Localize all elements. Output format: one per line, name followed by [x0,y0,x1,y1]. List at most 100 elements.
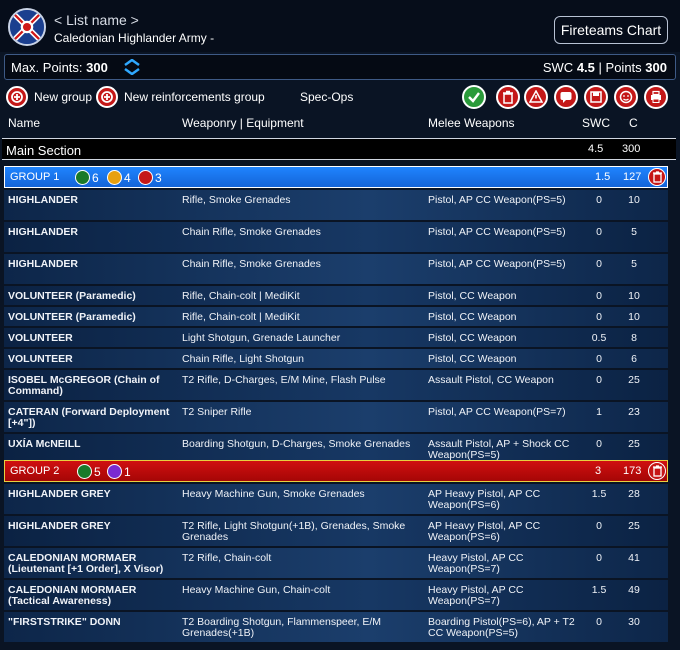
fireteams-chart-button[interactable]: Fireteams Chart [554,16,668,44]
trooper-cost: 6 [631,353,637,365]
summary-separator: | [598,60,602,75]
trooper-melee: Pistol, AP CC Weapon(PS=5) [428,226,566,238]
trooper-name: VOLUNTEER (Paramedic) [8,290,136,302]
trooper-melee: Heavy Pistol, AP CC Weapon(PS=7) [428,552,524,575]
swc-points-summary: SWC 4.5 | Points 300 [543,60,667,75]
trooper-melee: AP Heavy Pistol, AP CC Weapon(PS=6) [428,520,541,543]
trooper-swc: 1 [596,406,602,418]
trooper-melee: Boarding Pistol(PS=6), AP + T2 CC Weapon… [428,616,575,639]
trooper-row[interactable]: HIGHLANDER Chain Rifle, Smoke Grenades Pis… [4,254,668,285]
delete-group-icon[interactable] [648,168,666,186]
trooper-weaponry: Chain Rifle, Light Shotgun [182,353,304,365]
army-logo-icon [8,8,46,46]
trooper-row[interactable]: HIGHLANDER GREY T2 Rifle, Light Shotgun(+… [4,516,668,547]
trooper-weaponry: Chain Rifle, Smoke Grenades [182,226,321,238]
trooper-swc: 0 [596,226,602,238]
trooper-weaponry: Heavy Machine Gun, Smoke Grenades [182,488,365,500]
order-count: 4 [124,171,131,185]
main-section-cost: 300 [622,143,641,155]
trooper-row[interactable]: ISOBEL McGREGOR (Chain of Command) T2 Rif… [4,370,668,401]
points-label: Points [605,60,642,75]
trooper-name: CATERAN (Forward Deployment [+4"]) [8,406,170,429]
trooper-weaponry: T2 Rifle, Light Shotgun(+1B), Grenades, … [182,520,406,543]
trooper-weaponry: Heavy Machine Gun, Chain-colt [182,584,331,596]
impetuous-order-icon [107,170,122,185]
trooper-cost: 30 [628,616,640,628]
trooper-swc: 1.5 [591,488,607,500]
column-cost: C [629,116,638,130]
trooper-weaponry: T2 Rifle, D-Charges, E/M Mine, Flash Pul… [182,374,386,386]
trooper-swc: 0 [596,290,602,302]
trooper-melee: Pistol, CC Weapon [428,311,517,323]
trooper-row[interactable]: CATERAN (Forward Deployment [+4"]) T2 Sni… [4,402,668,433]
trooper-cost: 25 [628,520,640,532]
trooper-weaponry: T2 Sniper Rifle [182,406,252,418]
trooper-swc: 0 [596,311,602,323]
new-reinforcements-group-label: New reinforcements group [124,90,265,104]
irregular-order-icon [138,170,153,185]
face-icon[interactable] [614,85,638,109]
column-swc: SWC [582,116,610,130]
column-headers: Name Weaponry | Equipment Melee Weapons … [0,112,680,134]
group-name: GROUP 2 [10,465,60,477]
trooper-row[interactable]: HIGHLANDER Chain Rifle, Smoke Grenades Pis… [4,222,668,253]
max-points: Max. Points: 300 [11,60,108,75]
trooper-melee: Pistol, CC Weapon [428,353,517,365]
trooper-name: VOLUNTEER [8,332,73,344]
print-icon[interactable] [644,85,668,109]
validate-icon[interactable] [462,85,486,109]
trooper-melee: Pistol, AP CC Weapon(PS=5) [428,258,566,270]
lieutenant-order-icon [107,464,122,479]
list-name[interactable]: < List name > [54,12,139,28]
spec-ops-button[interactable]: Spec-Ops [300,86,353,108]
group-swc: 3 [595,465,602,477]
save-icon[interactable] [584,85,608,109]
chat-icon[interactable] [554,85,578,109]
trooper-row[interactable]: VOLUNTEER Light Shotgun, Grenade Launcher… [4,328,668,348]
trooper-row[interactable]: VOLUNTEER (Paramedic) Rifle, Chain-colt |… [4,307,668,327]
add-group-icon [6,86,28,108]
trooper-cost: 28 [628,488,640,500]
max-points-label: Max. Points: [11,60,83,75]
new-reinforcements-group-button[interactable]: New reinforcements group [96,86,265,108]
group-name: GROUP 1 [10,171,60,183]
trooper-row[interactable]: HIGHLANDER GREY Heavy Machine Gun, Smoke … [4,484,668,515]
trooper-melee: Pistol, AP CC Weapon(PS=5) [428,194,566,206]
order-count: 3 [155,171,162,185]
trooper-melee: Assault Pistol, CC Weapon [428,374,554,386]
trooper-row[interactable]: CALEDONIAN MORMAER (Lieutenant [+1 Order… [4,548,668,579]
delete-list-icon[interactable] [496,85,520,109]
group-swc: 1.5 [595,171,611,183]
trooper-swc: 0 [596,194,602,206]
regular-order-icon [77,464,92,479]
trooper-weaponry: Light Shotgun, Grenade Launcher [182,332,341,344]
trooper-swc: 0 [596,438,602,450]
trooper-row[interactable]: CALEDONIAN MORMAER (Tactical Awareness) H… [4,580,668,611]
trooper-weaponry: T2 Rifle, Chain-colt [182,552,272,564]
trooper-name: HIGHLANDER GREY [8,520,111,532]
swc-label: SWC [542,60,574,75]
trooper-row[interactable]: VOLUNTEER (Paramedic) Rifle, Chain-colt |… [4,286,668,306]
trooper-swc: 0.5 [591,332,607,344]
trooper-melee: Assault Pistol, AP + Shock CC Weapon(PS=… [428,438,570,461]
new-group-button[interactable]: New group [6,86,92,108]
trooper-swc: 0 [596,353,602,365]
max-points-selector-icon[interactable] [123,58,141,76]
swc-value: 4.5 [576,60,595,75]
warning-icon[interactable] [524,85,548,109]
trooper-name: HIGHLANDER [8,194,78,206]
trooper-row[interactable]: "FIRSTSTRIKE" DONN T2 Boarding Shotgun, F… [4,612,668,643]
delete-group-icon[interactable] [648,462,666,480]
new-group-label: New group [34,90,93,104]
trooper-swc: 0 [596,374,602,386]
trooper-row[interactable]: HIGHLANDER Rifle, Smoke Grenades Pistol, A… [4,190,668,221]
trooper-cost: 10 [628,194,640,206]
trooper-name: ISOBEL McGREGOR (Chain of Command) [8,374,160,397]
trooper-cost: 41 [628,552,640,564]
trooper-name: VOLUNTEER [8,353,73,365]
max-points-value: 300 [86,60,108,75]
trooper-name: "FIRSTSTRIKE" DONN [8,616,121,628]
regular-order-icon [75,170,90,185]
trooper-name: CALEDONIAN MORMAER (Lieutenant [+1 Order… [8,552,164,575]
trooper-row[interactable]: VOLUNTEER Chain Rifle, Light Shotgun Pisto… [4,349,668,369]
